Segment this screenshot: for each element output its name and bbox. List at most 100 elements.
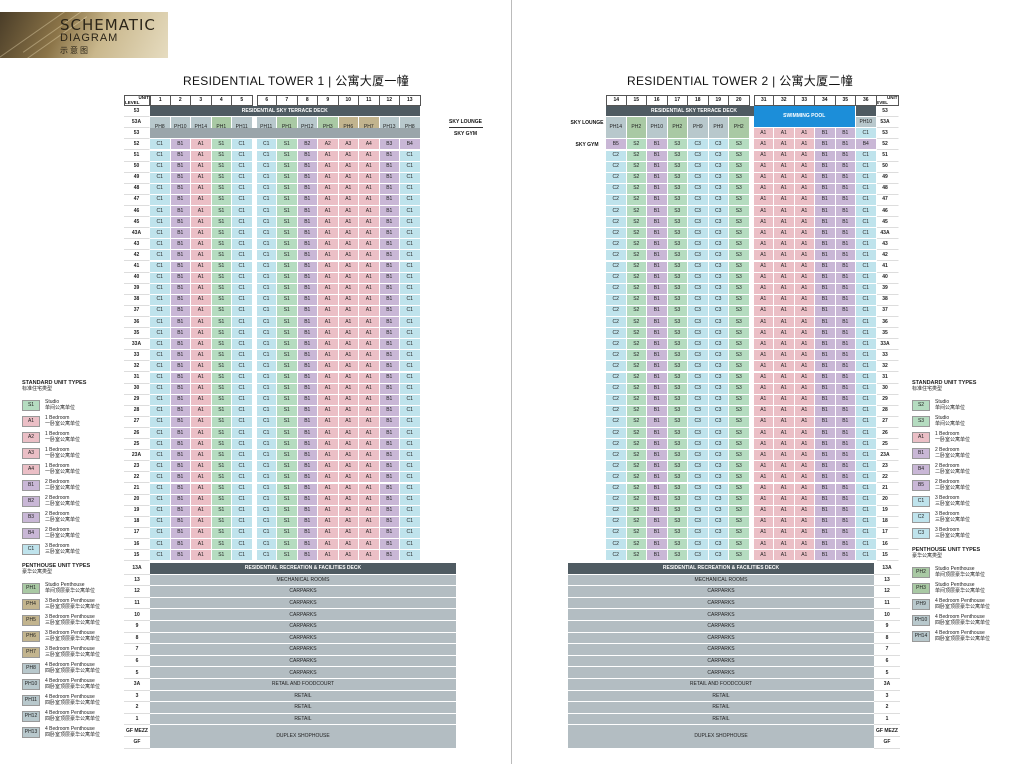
legend-swatch: B5 bbox=[912, 479, 930, 491]
unit-cell: A1 bbox=[774, 461, 795, 473]
unit-cell: B1 bbox=[835, 328, 856, 340]
unit-cell: A1 bbox=[338, 183, 359, 195]
level-label: 29 bbox=[124, 394, 150, 406]
unit-cell: C1 bbox=[256, 505, 277, 517]
unit-cell: B1 bbox=[835, 128, 856, 140]
unit-cell: S1 bbox=[211, 250, 232, 262]
unit-cell: PH2 bbox=[667, 117, 688, 140]
unit-cell: S3 bbox=[667, 350, 688, 362]
unit-cell: A1 bbox=[753, 228, 774, 240]
unit-cell: S3 bbox=[729, 228, 750, 240]
unit-cell: A1 bbox=[338, 206, 359, 218]
unit-cell: B1 bbox=[835, 250, 856, 262]
unit-cell: C1 bbox=[856, 228, 877, 240]
unit-cell: C3 bbox=[708, 527, 729, 539]
unit-cell: A1 bbox=[359, 461, 380, 473]
unit-cell: B1 bbox=[379, 305, 400, 317]
unit-column-header: 3 bbox=[191, 95, 212, 107]
unit-cell: A1 bbox=[338, 372, 359, 384]
unit-cell: A1 bbox=[753, 361, 774, 373]
unit-cell: C1 bbox=[856, 483, 877, 495]
unit-cell: B1 bbox=[297, 394, 318, 406]
unit-cell: B1 bbox=[379, 405, 400, 417]
unit-cell: A1 bbox=[191, 339, 212, 351]
unit-cell: A1 bbox=[318, 428, 339, 440]
unit-cell: C3 bbox=[708, 461, 729, 473]
unit-cell: S3 bbox=[667, 228, 688, 240]
unit-cell: B1 bbox=[815, 372, 836, 384]
unit-cell: C1 bbox=[400, 361, 421, 373]
unit-cell: A1 bbox=[191, 183, 212, 195]
legend-swatch: B4 bbox=[912, 463, 930, 475]
legend-text-zh: 三卧室顶层豪华公寓单位 bbox=[45, 636, 101, 642]
unit-cell: C1 bbox=[232, 150, 253, 162]
podium-level: 12 bbox=[124, 586, 150, 598]
unit-cell: A1 bbox=[191, 361, 212, 373]
unit-cell: B1 bbox=[815, 206, 836, 218]
unit-cell: A1 bbox=[338, 505, 359, 517]
unit-cell: C1 bbox=[256, 217, 277, 229]
unit-cell: S3 bbox=[729, 539, 750, 551]
unit-cell: C3 bbox=[688, 161, 709, 173]
unit-cell: S1 bbox=[211, 383, 232, 395]
unit-cell: B1 bbox=[835, 361, 856, 373]
unit-cell: C1 bbox=[400, 439, 421, 451]
legend-text-zh: 二卧室公寓单位 bbox=[935, 485, 971, 491]
unit-cell: A1 bbox=[338, 361, 359, 373]
unit-cell: C3 bbox=[688, 361, 709, 373]
unit-cell: C2 bbox=[606, 328, 627, 340]
unit-cell: A1 bbox=[318, 527, 339, 539]
unit-cell: C3 bbox=[688, 261, 709, 273]
unit-cell: C1 bbox=[150, 228, 171, 240]
unit-cell: A1 bbox=[794, 161, 815, 173]
unit-cell: B1 bbox=[379, 239, 400, 251]
unit-cell: B1 bbox=[647, 439, 668, 451]
unit-cell: A1 bbox=[338, 350, 359, 362]
unit-cell: C1 bbox=[256, 550, 277, 562]
unit-cell: A1 bbox=[774, 194, 795, 206]
unit-cell: C3 bbox=[708, 228, 729, 240]
legend-item: B2 2 Bedroom 二卧室公寓单位 bbox=[22, 493, 122, 509]
unit-cell: B1 bbox=[815, 250, 836, 262]
unit-cell: S3 bbox=[729, 439, 750, 451]
unit-cell: C1 bbox=[256, 394, 277, 406]
legend-item: PH7 3 Bedroom Penthouse 三卧室顶层豪华公寓单位 bbox=[22, 644, 122, 660]
unit-cell: B1 bbox=[835, 350, 856, 362]
unit-cell: B1 bbox=[170, 428, 191, 440]
unit-cell: S3 bbox=[729, 383, 750, 395]
unit-cell: B1 bbox=[170, 272, 191, 284]
legend-text: Studio Penthouse 单间顶层豪华公寓单位 bbox=[45, 582, 95, 594]
unit-cell: B1 bbox=[297, 483, 318, 495]
unit-cell: A1 bbox=[318, 339, 339, 351]
unit-cell: S1 bbox=[277, 294, 298, 306]
unit-cell: B1 bbox=[815, 161, 836, 173]
unit-cell: C2 bbox=[606, 405, 627, 417]
unit-cell: C2 bbox=[606, 183, 627, 195]
unit-cell: C3 bbox=[708, 239, 729, 251]
legend-text-zh: 四卧室顶层豪华公寓单位 bbox=[45, 700, 101, 706]
unit-cell: C1 bbox=[400, 350, 421, 362]
unit-cell: A1 bbox=[774, 494, 795, 506]
unit-cell: S2 bbox=[626, 505, 647, 517]
unit-cell: C1 bbox=[150, 394, 171, 406]
unit-cell: S1 bbox=[277, 539, 298, 551]
unit-cell: C3 bbox=[688, 394, 709, 406]
legend-item: PH10 4 Bedroom Penthouse 四卧室顶层豪华公寓单位 bbox=[912, 612, 1017, 628]
podium-level: 3A bbox=[124, 679, 150, 691]
unit-cell: S3 bbox=[729, 194, 750, 206]
unit-cell: S2 bbox=[626, 261, 647, 273]
unit-cell: B1 bbox=[647, 505, 668, 517]
unit-cell: A1 bbox=[359, 439, 380, 451]
unit-cell: B1 bbox=[835, 450, 856, 462]
unit-cell: B1 bbox=[835, 183, 856, 195]
unit-cell: S3 bbox=[667, 217, 688, 229]
unit-cell: C1 bbox=[232, 139, 253, 151]
unit-cell: B1 bbox=[647, 150, 668, 162]
unit-cell: S3 bbox=[667, 239, 688, 251]
unit-cell: B1 bbox=[170, 239, 191, 251]
unit-cell: S3 bbox=[667, 383, 688, 395]
unit-cell: A1 bbox=[359, 161, 380, 173]
unit-cell: S3 bbox=[729, 527, 750, 539]
unit-cell: A1 bbox=[359, 483, 380, 495]
unit-cell: S1 bbox=[211, 206, 232, 218]
